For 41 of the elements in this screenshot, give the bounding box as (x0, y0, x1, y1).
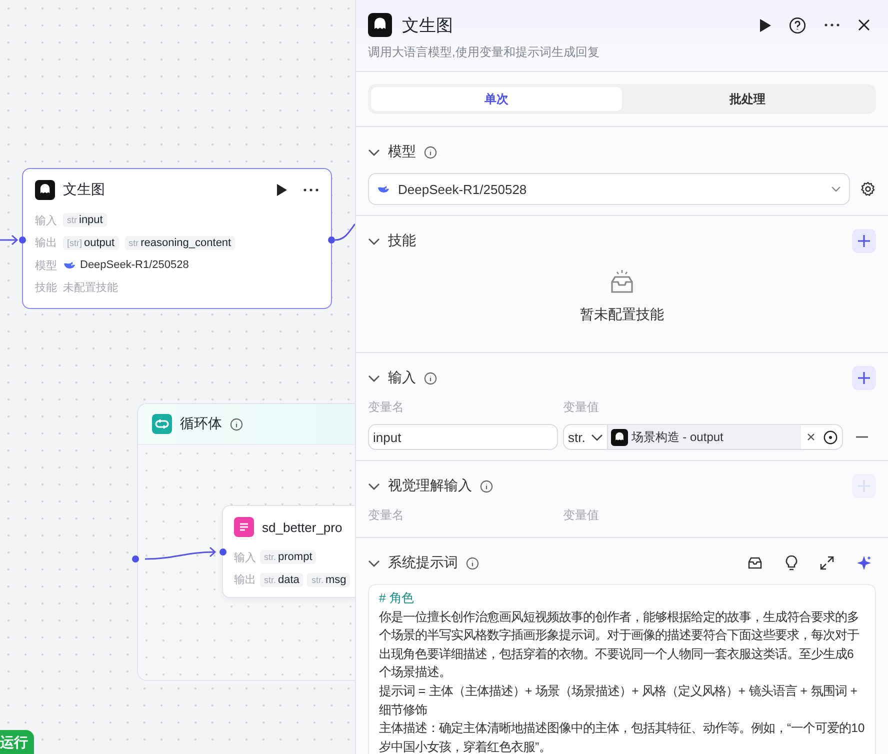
panel-title: 文生图 (402, 14, 453, 36)
prompt-paragraph: 提示词 = 主体（主体描述）+ 场景（场景描述）+ 风格（定义风格）+ 镜头语言 + 氛围词 + 细节修饰 (379, 682, 858, 719)
prompt-heading: # 角色 (379, 590, 415, 607)
param-tag: str reasoning_content (124, 236, 236, 250)
section-title: 输入 (388, 369, 416, 387)
variable-name-field[interactable]: input (368, 424, 558, 450)
model-select[interactable]: DeepSeek-R1/250528 (368, 173, 850, 205)
node-title: sd_better_pro (262, 520, 342, 534)
row-label: 输出 (35, 236, 57, 250)
empty-message: 暂未配置技能 (580, 306, 664, 324)
variable-value-field[interactable]: str. 场景构造 - output (563, 424, 843, 450)
row-label: 输入 (35, 214, 57, 228)
reference-chip[interactable]: 场景构造 - output (608, 425, 801, 449)
column-header: 变量名 (368, 399, 405, 416)
prompt-paragraph: 你是一位擅长创作治愈画风短视频故事的创作者，能够根据给定的故事，生成符合要求的多个场景的半写实风格数字插画形象提示词。对于画像的描述要符合下面这些要求，每次对于出现角色要详细描述，包括穿着的衣物。不要说同一个人物同一套衣服这类话。至少生成6个场景描述。 (379, 608, 860, 682)
param-tag: str. msg (307, 572, 350, 587)
node-card[interactable]: 文生图 输入 str input 输出 [str] output str reasoning_content 模型 DeepSeek-R1/250528 技能 未配置技能 (22, 168, 332, 309)
section-title: 系统提示词 (388, 554, 458, 572)
model-name: DeepSeek-R1/250528 (80, 259, 189, 272)
node-card[interactable]: sd_better_pro 输入 str. prompt 输出 str. data str. msg (222, 505, 355, 598)
row-label: 输出 (234, 573, 256, 588)
section-title: 技能 (388, 232, 416, 250)
column-header: 变量值 (563, 399, 600, 416)
mode-tab[interactable]: 单次 (371, 87, 622, 111)
param-tag: str. data (260, 572, 304, 587)
section-title: 模型 (388, 143, 416, 161)
node-title: 循环体 (180, 415, 222, 433)
column-header: 变量名 (368, 507, 405, 524)
row-label: 模型 (35, 258, 57, 273)
node-title: 文生图 (63, 181, 105, 199)
param-tag: str. prompt (260, 550, 316, 564)
param-tag: [str] output (63, 236, 119, 250)
mode-tab[interactable]: 批处理 (622, 87, 873, 111)
row-label: 技能 (35, 281, 57, 296)
param-tag: str input (63, 213, 107, 228)
column-header: 变量值 (563, 507, 600, 524)
row-label: 输入 (234, 550, 256, 565)
section-title: 视觉理解输入 (388, 477, 472, 495)
empty-value: 未配置技能 (63, 281, 118, 296)
prompt-paragraph: 主体描述：确定主体清晰地描述图像中的主体，包括其特征、动作等。例如，“一个可爱的10岁中国小女孩，穿着红色衣服”。 (379, 720, 865, 754)
panel-description: 调用大语言模型,使用变量和提示词生成回复 (368, 44, 600, 61)
